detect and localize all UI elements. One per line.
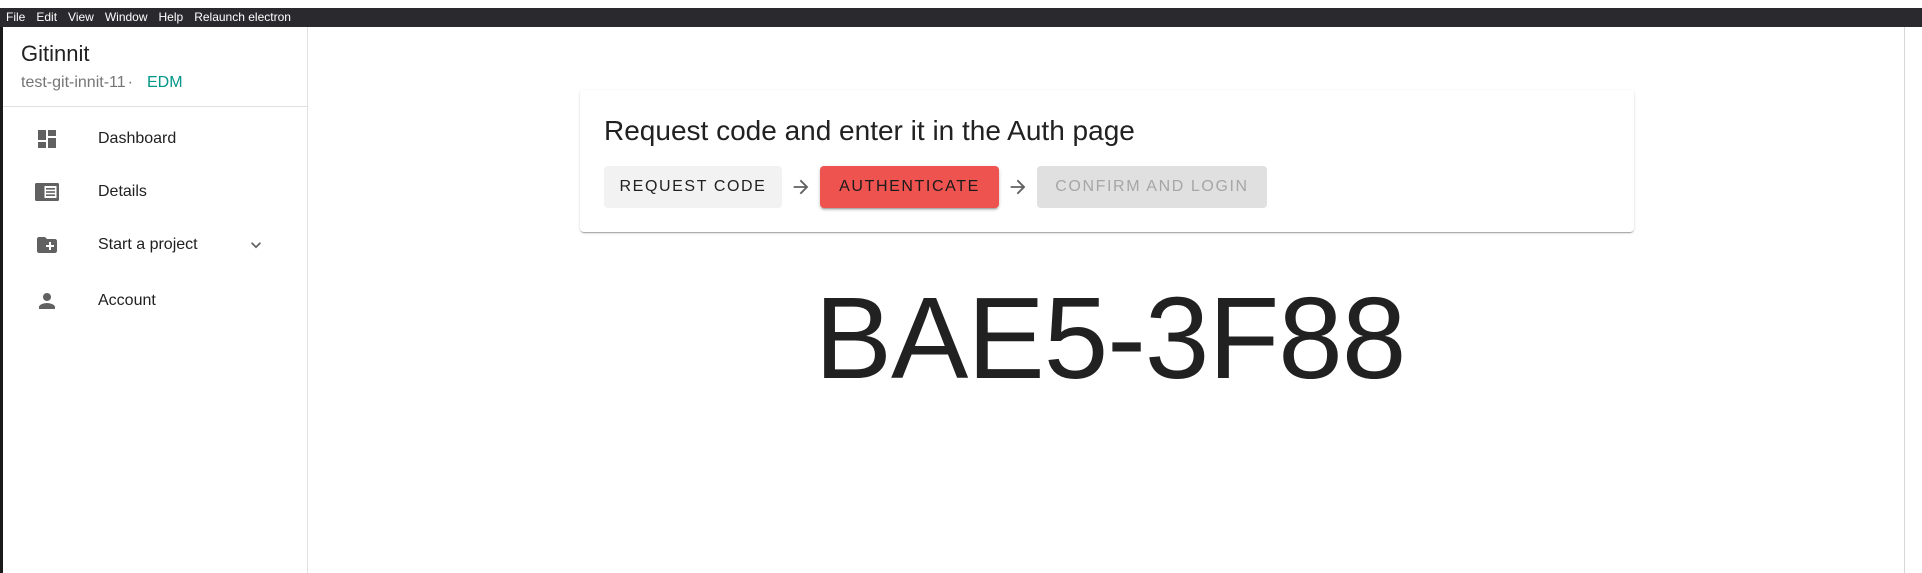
sidebar-item-details[interactable]: Details bbox=[3, 166, 308, 218]
auth-steps-card: Request code and enter it in the Auth pa… bbox=[580, 90, 1634, 232]
app-title: Gitinnit bbox=[21, 41, 90, 66]
arrow-right-icon bbox=[790, 176, 812, 198]
chevron-down-icon[interactable] bbox=[246, 235, 266, 255]
details-icon bbox=[33, 178, 61, 206]
menu-view[interactable]: View bbox=[68, 8, 94, 27]
title-strip bbox=[0, 0, 1922, 8]
project-separator: · bbox=[127, 74, 133, 91]
person-icon bbox=[33, 287, 61, 315]
folder-add-icon bbox=[33, 231, 61, 259]
sidebar-item-start-a-project[interactable]: Start a project bbox=[3, 219, 308, 271]
dashboard-icon bbox=[33, 125, 61, 153]
sidebar-item-label: Dashboard bbox=[98, 130, 177, 147]
sidebar-item-label: Details bbox=[98, 183, 147, 200]
arrow-right-icon bbox=[1007, 176, 1029, 198]
sidebar-divider bbox=[3, 106, 308, 107]
confirm-and-login-button: CONFIRM AND LOGIN bbox=[1037, 166, 1267, 208]
sidebar-brand: Gitinnit test-git-innit-11 · EDM bbox=[21, 41, 183, 93]
project-name: test-git-innit-11 bbox=[21, 74, 126, 91]
authenticate-button[interactable]: AUTHENTICATE bbox=[820, 166, 999, 208]
auth-card-title: Request code and enter it in the Auth pa… bbox=[604, 115, 1135, 146]
window-right-border bbox=[1904, 27, 1905, 573]
app-menubar: File Edit View Window Help Relaunch elec… bbox=[0, 8, 1922, 27]
project-subtitle: test-git-innit-11 · EDM bbox=[21, 73, 183, 93]
sidebar-item-label: Account bbox=[98, 292, 156, 309]
menu-edit[interactable]: Edit bbox=[36, 8, 57, 27]
menu-help[interactable]: Help bbox=[159, 8, 184, 27]
sidebar-item-dashboard[interactable]: Dashboard bbox=[3, 113, 308, 165]
menu-relaunch-electron[interactable]: Relaunch electron bbox=[194, 8, 291, 27]
sidebar-item-label: Start a project bbox=[98, 236, 198, 253]
request-code-button[interactable]: REQUEST CODE bbox=[604, 166, 782, 208]
project-tag[interactable]: EDM bbox=[147, 74, 183, 91]
menu-window[interactable]: Window bbox=[105, 8, 148, 27]
device-code: BAE5-3F88 bbox=[814, 273, 1407, 403]
menu-file[interactable]: File bbox=[6, 8, 25, 27]
sidebar-item-account[interactable]: Account bbox=[3, 275, 308, 327]
sidebar: Gitinnit test-git-innit-11 · EDM Dashboard… bbox=[3, 27, 308, 573]
